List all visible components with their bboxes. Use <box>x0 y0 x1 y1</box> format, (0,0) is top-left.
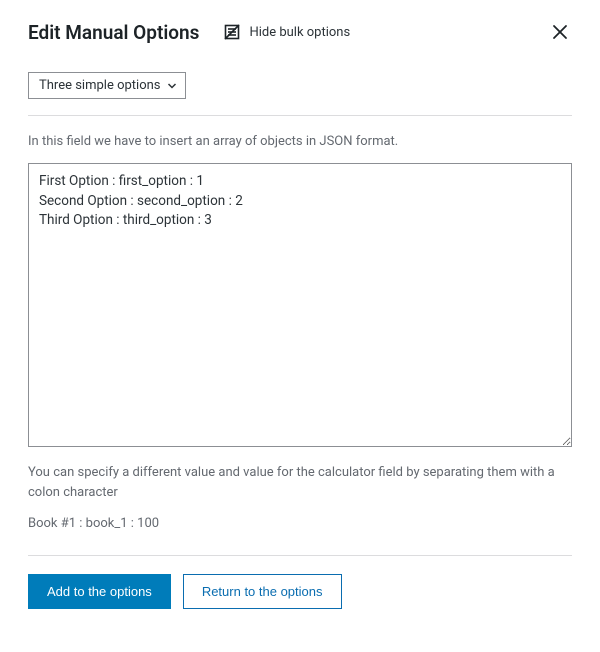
help-example: Book #1 : book_1 : 100 <box>28 516 572 531</box>
modal-footer: Add to the options Return to the options <box>28 574 572 609</box>
hide-bulk-label: Hide bulk options <box>249 25 350 40</box>
modal-header: Edit Manual Options Hide bulk options <box>28 20 572 44</box>
add-to-options-button[interactable]: Add to the options <box>28 574 171 609</box>
divider <box>28 115 572 116</box>
chevron-down-icon <box>167 81 177 91</box>
close-icon <box>550 22 570 42</box>
options-textarea[interactable] <box>28 163 572 447</box>
header-left: Edit Manual Options Hide bulk options <box>28 21 350 44</box>
dropdown-selected-label: Three simple options <box>39 78 161 93</box>
hide-bulk-toggle[interactable]: Hide bulk options <box>223 23 350 41</box>
slash-square-icon <box>223 23 241 41</box>
divider <box>28 555 572 556</box>
help-text-above: In this field we have to insert an array… <box>28 134 572 149</box>
template-dropdown[interactable]: Three simple options <box>28 72 186 99</box>
modal-title: Edit Manual Options <box>28 21 199 44</box>
return-to-options-button[interactable]: Return to the options <box>183 574 342 609</box>
dropdown-row: Three simple options <box>28 72 572 99</box>
help-text-below: You can specify a different value and va… <box>28 463 572 502</box>
close-button[interactable] <box>548 20 572 44</box>
